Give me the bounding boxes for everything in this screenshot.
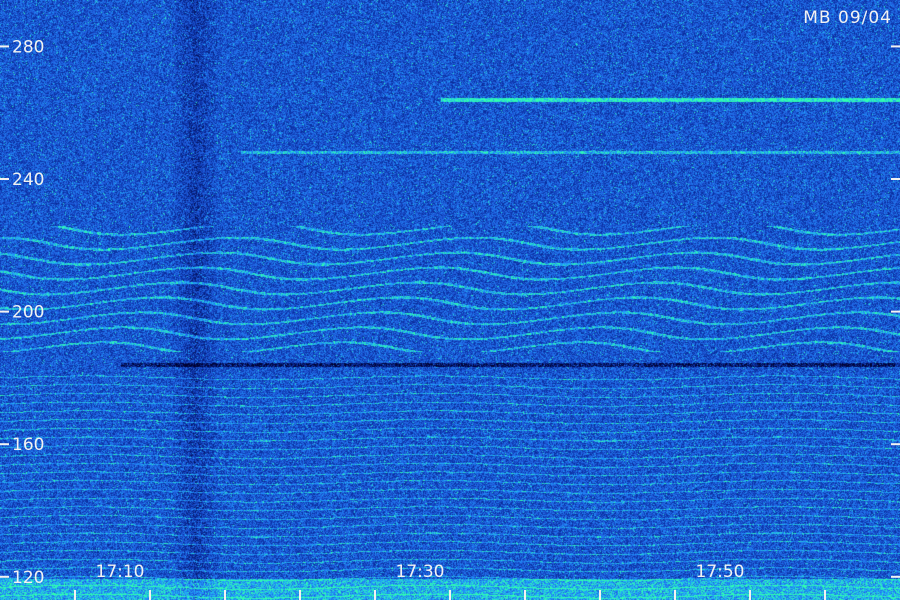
y-tick-label: 120 <box>12 568 44 588</box>
y-tick-label: 200 <box>12 303 44 323</box>
x-tick-label: 17:50 <box>696 562 745 582</box>
x-axis: 17:10 17:30 17:50 <box>74 562 826 600</box>
axis-overlay: 280 240 200 160 120 17:10 17:30 17:50 MB 09/04 <box>0 8 900 600</box>
y-axis: 280 240 200 160 120 <box>0 37 900 588</box>
chart-title: MB 09/04 <box>803 8 892 28</box>
spectrogram-chart: 280 240 200 160 120 17:10 17:30 17:50 MB 09/04 <box>0 0 900 600</box>
x-tick-label: 17:10 <box>96 562 145 582</box>
x-tick-label: 17:30 <box>396 562 445 582</box>
y-tick-label: 160 <box>12 435 44 455</box>
y-tick-label: 240 <box>12 170 44 190</box>
y-tick-label: 280 <box>12 37 44 57</box>
